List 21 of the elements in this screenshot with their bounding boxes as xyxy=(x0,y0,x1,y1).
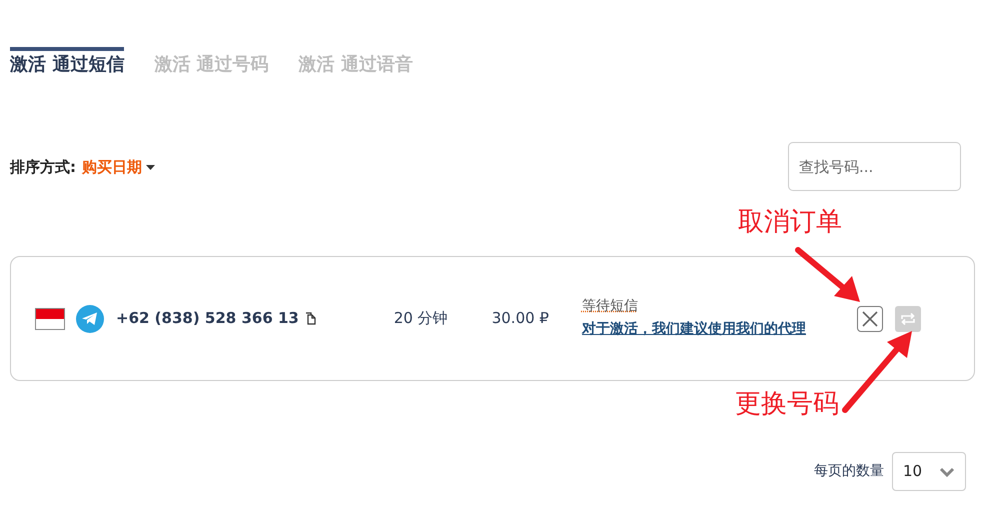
annotation-text: 更换号码 xyxy=(735,388,839,421)
caret-icon xyxy=(146,164,155,170)
sort-label: 排序方式: xyxy=(10,157,76,178)
chevron-down-icon xyxy=(939,466,955,476)
telegram-icon xyxy=(76,304,104,332)
cancel-button[interactable] xyxy=(856,306,883,332)
duration: 20 分钟 xyxy=(394,308,448,330)
close-icon xyxy=(862,310,878,326)
arrow xyxy=(794,246,862,304)
annotation-text: 取消订单 xyxy=(738,206,842,239)
phone-number: +62 (838) 528 366 13 xyxy=(116,308,299,330)
proxy-link[interactable]: 对于激活，我们建议使用我们的代理 xyxy=(582,316,822,342)
swap-icon xyxy=(900,312,916,326)
flag-icon xyxy=(35,308,65,330)
status-text: 等待短信 xyxy=(582,296,639,316)
price: 30.00 ₽ xyxy=(492,308,549,330)
search-field[interactable]: 查找号码... xyxy=(788,142,961,191)
tab[interactable]: 激活 通过短信 xyxy=(10,47,124,77)
per-page-label: 每页的数量 xyxy=(814,462,884,481)
per-page-select[interactable]: 10 xyxy=(892,452,966,491)
copy-icon[interactable] xyxy=(304,312,316,325)
